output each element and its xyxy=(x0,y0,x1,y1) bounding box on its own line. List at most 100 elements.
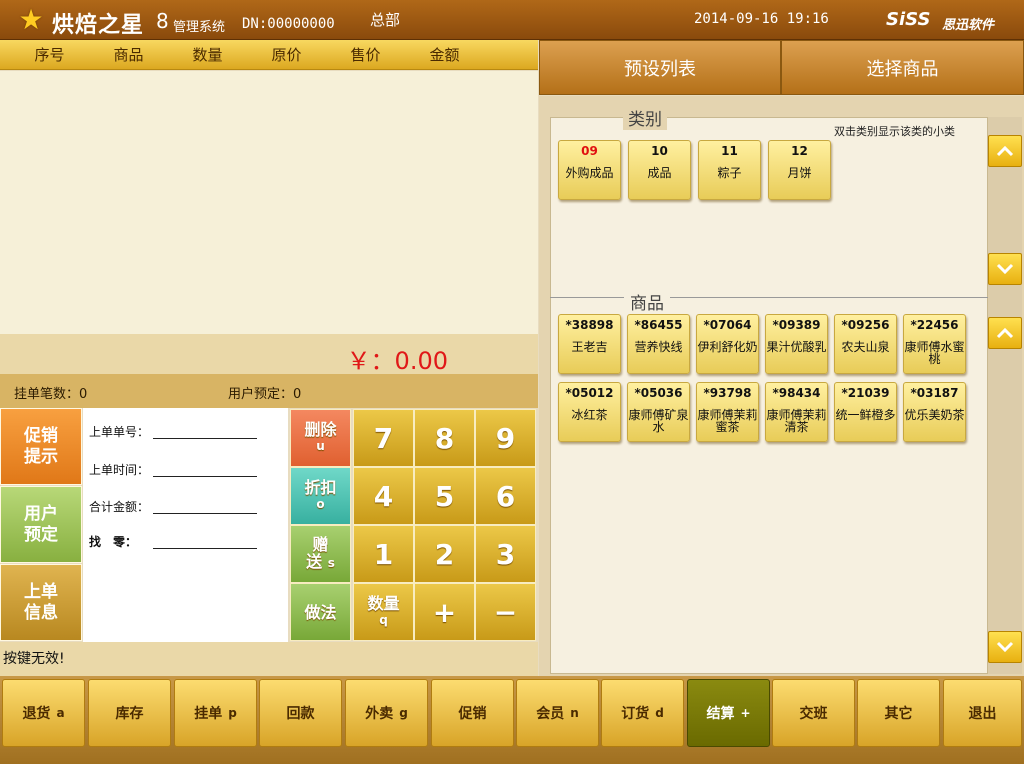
goods-name: 冰红茶 xyxy=(571,408,608,422)
digit-2-key[interactable]: 2 xyxy=(414,525,475,583)
total-bar: ￥：0.00 xyxy=(0,334,538,375)
digit-1-key[interactable]: 1 xyxy=(353,525,414,583)
category-code: 10 xyxy=(651,144,668,158)
goods-tile[interactable]: *05012 冰红茶 xyxy=(558,382,621,442)
toolbar-button[interactable]: 交班 xyxy=(772,679,855,747)
brand-subtitle: 思迅软件 xyxy=(942,18,995,33)
goods-name: 营养快线 xyxy=(634,340,683,354)
column-header-amount: 金额 xyxy=(429,46,460,64)
cooking-method-key[interactable]: 做法 xyxy=(290,583,351,641)
goods-name: 康师傅矿泉水 xyxy=(628,408,689,434)
column-header-original-price: 原价 xyxy=(271,46,302,64)
category-tile[interactable]: 11 粽子 xyxy=(698,140,761,200)
promo-hint-button[interactable]: 促销 提示 xyxy=(0,408,82,485)
category-tile[interactable]: 10 成品 xyxy=(628,140,691,200)
toolbar-button-label: 订货 xyxy=(621,706,650,722)
quantity-key-hotkey: q xyxy=(379,613,388,627)
toolbar-button[interactable]: 结算 + xyxy=(687,679,770,747)
toolbar-button[interactable]: 外卖 g xyxy=(345,679,428,747)
goods-tile[interactable]: *03187 优乐美奶茶 xyxy=(903,382,966,442)
goods-code: *03187 xyxy=(910,386,959,400)
toolbar-button[interactable]: 回款 xyxy=(259,679,342,747)
goods-scroll-up-button[interactable] xyxy=(988,317,1022,349)
toolbar-button-hotkey: a xyxy=(56,706,65,720)
goods-tile[interactable]: *05036 康师傅矿泉水 xyxy=(627,382,690,442)
minus-key[interactable]: − xyxy=(475,583,536,641)
digit-3-key[interactable]: 3 xyxy=(475,525,536,583)
app-subtitle: 管理系统 xyxy=(173,20,226,35)
status-message: 按键无效! xyxy=(0,642,538,676)
toolbar-button[interactable]: 库存 xyxy=(88,679,171,747)
toolbar-button[interactable]: 其它 xyxy=(857,679,940,747)
delete-key-hotkey: u xyxy=(316,439,325,453)
order-no-field xyxy=(153,427,257,439)
category-code: 12 xyxy=(791,144,808,158)
order-item-list[interactable] xyxy=(0,71,538,334)
goods-name: 优乐美奶茶 xyxy=(904,408,965,422)
chevron-down-icon xyxy=(996,263,1014,275)
goods-tile[interactable]: *09256 农夫山泉 xyxy=(834,314,897,374)
gift-key[interactable]: 赠 送 s xyxy=(290,525,351,583)
goods-tile[interactable]: *21039 统一鲜橙多 xyxy=(834,382,897,442)
goods-tile[interactable]: *98434 康师傅茉莉清茶 xyxy=(765,382,828,442)
previous-order-form: 上单单号： 上单时间： 合计金额： 找 零： xyxy=(83,408,288,642)
tab-preset-list[interactable]: 预设列表 xyxy=(539,40,781,95)
toolbar-button-label: 外卖 xyxy=(365,706,394,722)
toolbar-button[interactable]: 促销 xyxy=(431,679,514,747)
category-tile[interactable]: 12 月饼 xyxy=(768,140,831,200)
digit-5-key[interactable]: 5 xyxy=(414,467,475,525)
category-name: 粽子 xyxy=(717,166,742,180)
goods-scroll-down-button[interactable] xyxy=(988,631,1022,663)
toolbar-button[interactable]: 退货 a xyxy=(2,679,85,747)
column-header-product: 商品 xyxy=(113,46,144,64)
column-header-index: 序号 xyxy=(34,46,65,64)
category-name: 成品 xyxy=(647,166,672,180)
category-scroll-up-button[interactable] xyxy=(988,135,1022,167)
info-bar: 挂单笔数：0 用户预定：0 xyxy=(0,374,538,408)
toolbar-button-label: 其它 xyxy=(884,706,913,722)
digit-7-key[interactable]: 7 xyxy=(353,409,414,467)
previous-order-info-button[interactable]: 上单 信息 xyxy=(0,564,82,641)
digit-8-key[interactable]: 8 xyxy=(414,409,475,467)
order-info-label-2: 信息 xyxy=(24,602,58,623)
category-name: 月饼 xyxy=(787,166,812,180)
tab-select-goods[interactable]: 选择商品 xyxy=(781,40,1024,95)
goods-tile[interactable]: *86455 营养快线 xyxy=(627,314,690,374)
digit-4-key[interactable]: 4 xyxy=(353,467,414,525)
change-label: 找 零： xyxy=(89,535,138,549)
plus-key[interactable]: + xyxy=(414,583,475,641)
goods-tile[interactable]: *22456 康师傅水蜜桃 xyxy=(903,314,966,374)
category-scroll-down-button[interactable] xyxy=(988,253,1022,285)
category-tile[interactable]: 09 外购成品 xyxy=(558,140,621,200)
order-info-label-1: 上单 xyxy=(24,581,58,602)
user-reserve-label-2: 预定 xyxy=(24,524,58,545)
goods-tile[interactable]: *93798 康师傅茉莉蜜茶 xyxy=(696,382,759,442)
toolbar-button-label: 回款 xyxy=(286,706,315,722)
toolbar-button-label: 挂单 xyxy=(194,706,223,722)
toolbar-button[interactable]: 订货 d xyxy=(601,679,684,747)
toolbar-button-hotkey: g xyxy=(399,706,408,720)
promo-hint-label-2: 提示 xyxy=(24,446,58,467)
toolbar-button[interactable]: 挂单 p xyxy=(174,679,257,747)
digit-6-key[interactable]: 6 xyxy=(475,467,536,525)
goods-tile[interactable]: *09389 果汁优酸乳 xyxy=(765,314,828,374)
toolbar-button-hotkey: n xyxy=(570,706,579,720)
toolbar-button[interactable]: 会员 n xyxy=(516,679,599,747)
gift-key-hotkey: s xyxy=(327,556,335,570)
discount-key[interactable]: 折扣 o xyxy=(290,467,351,525)
goods-tile[interactable]: *38898 王老吉 xyxy=(558,314,621,374)
chevron-up-icon xyxy=(996,145,1014,157)
star-logo-icon: ★ xyxy=(18,3,44,36)
digit-9-key[interactable]: 9 xyxy=(475,409,536,467)
delete-key[interactable]: 删除 u xyxy=(290,409,351,467)
user-reserve-button[interactable]: 用户 预定 xyxy=(0,486,82,563)
order-no-label: 上单单号： xyxy=(89,425,150,439)
goods-code: *98434 xyxy=(772,386,821,400)
quantity-key[interactable]: 数量 q xyxy=(353,583,414,641)
category-code: 09 xyxy=(581,144,598,158)
title-bar xyxy=(0,0,1024,40)
user-reserve-count: 用户预定：0 xyxy=(228,387,302,402)
toolbar-button[interactable]: 退出 xyxy=(943,679,1022,747)
datetime: 2014-09-16 19:16 xyxy=(694,11,829,27)
goods-tile[interactable]: *07064 伊利舒化奶 xyxy=(696,314,759,374)
